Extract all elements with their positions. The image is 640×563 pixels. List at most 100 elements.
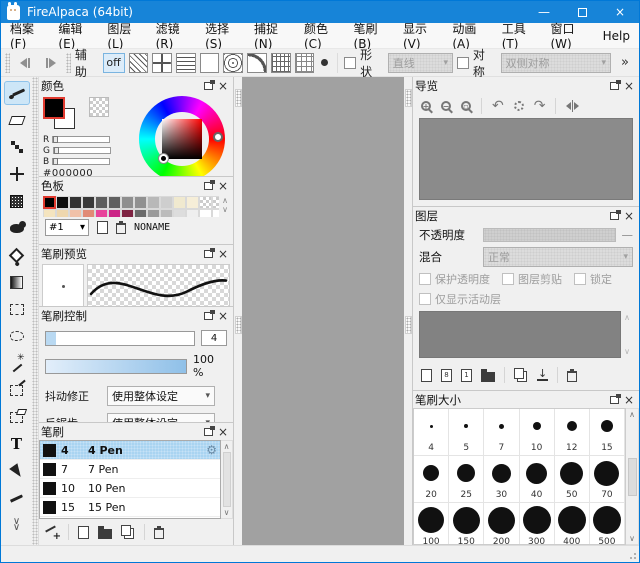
palette-swatch[interactable] xyxy=(173,196,186,209)
close-panel-icon[interactable]: × xyxy=(217,248,229,260)
more-tools-button[interactable]: ∨∨ xyxy=(4,513,30,537)
palette-swatch[interactable] xyxy=(56,196,69,209)
layer-folder-icon[interactable] xyxy=(481,372,495,382)
brush-control-header[interactable]: 笔刷控制 × xyxy=(39,307,233,324)
menu-item-2[interactable]: 图层(L) xyxy=(98,23,146,48)
menu-item-5[interactable]: 捕捉(N) xyxy=(245,23,295,48)
eraser-tool[interactable] xyxy=(4,108,30,132)
close-panel-icon[interactable]: × xyxy=(217,426,229,438)
brush-list-item[interactable]: 1515 Pen xyxy=(40,498,220,517)
gear-icon[interactable]: ⚙ xyxy=(206,443,217,457)
transparent-color-swatch[interactable] xyxy=(89,97,109,117)
scroll-down-icon[interactable]: ∨ xyxy=(224,508,230,517)
brush-size-cell[interactable]: 15 xyxy=(590,409,625,456)
close-panel-icon[interactable]: × xyxy=(217,310,229,322)
scroll-up-icon[interactable]: ∧ xyxy=(224,442,230,451)
brush-size-cell[interactable]: 25 xyxy=(449,456,484,503)
menu-item-3[interactable]: 滤镜(R) xyxy=(147,23,196,48)
brush-size-cell[interactable]: 5 xyxy=(449,409,484,456)
gradient-tool[interactable] xyxy=(4,270,30,294)
new-swatch-icon[interactable] xyxy=(97,221,108,234)
palette-scrollbar[interactable]: ∧ ∨ xyxy=(219,196,231,217)
blend-dropdown[interactable]: 正常▾ xyxy=(483,247,633,267)
undo-button[interactable] xyxy=(14,56,36,70)
palette-preset-dropdown[interactable]: #1▾ xyxy=(45,219,89,236)
magic-wand-tool[interactable] xyxy=(4,351,30,375)
b-slider[interactable] xyxy=(52,158,110,165)
brush-size-cell[interactable]: 40 xyxy=(520,456,555,503)
resize-grip[interactable] xyxy=(627,550,637,560)
r-slider[interactable] xyxy=(52,136,110,143)
duplicate-layer-icon[interactable] xyxy=(514,368,524,379)
brush-list-item[interactable]: 1010 Pen xyxy=(40,479,220,498)
brush-size-cell[interactable]: 20 xyxy=(414,456,449,503)
select-pen-tool[interactable] xyxy=(4,378,30,402)
symmetry-checkbox[interactable] xyxy=(457,57,469,69)
color-wheel[interactable] xyxy=(139,96,225,177)
navigator-header[interactable]: 导览 × xyxy=(413,77,639,94)
brush-list-scrollbar[interactable]: ∧ ∨ xyxy=(221,440,233,519)
scrollbar-thumb[interactable] xyxy=(628,458,637,496)
palette-swatch[interactable] xyxy=(121,196,134,209)
float-panel-icon[interactable] xyxy=(610,212,619,220)
bucket-tool[interactable] xyxy=(4,243,30,267)
scroll-up-icon[interactable]: ∧ xyxy=(629,410,635,419)
snap-horizontal-icon[interactable] xyxy=(176,53,196,73)
palette-swatch[interactable] xyxy=(186,209,199,217)
brush-size-cell[interactable]: 30 xyxy=(484,456,519,503)
layer-panel-header[interactable]: 图层 × xyxy=(413,207,639,224)
brush-size-cell[interactable]: 4 xyxy=(414,409,449,456)
new-layer-icon[interactable] xyxy=(421,369,432,382)
palette-swatch[interactable] xyxy=(160,196,173,209)
flip-horizontal-icon[interactable] xyxy=(566,100,579,112)
palette-swatch[interactable] xyxy=(69,209,82,217)
new-brush-icon[interactable] xyxy=(78,526,89,539)
zoom-in-icon[interactable]: + xyxy=(421,101,431,111)
brush-size-cell[interactable]: 400 xyxy=(555,503,590,545)
palette-swatch[interactable] xyxy=(82,196,95,209)
smudge-tool[interactable] xyxy=(4,216,30,240)
toolbar-grip[interactable] xyxy=(5,53,10,73)
reset-rotation-icon[interactable] xyxy=(514,101,524,111)
menu-item-9[interactable]: 动画(A) xyxy=(443,23,492,48)
rotate-ccw-icon[interactable]: ↶ xyxy=(492,99,504,113)
brush-size-cell[interactable]: 10 xyxy=(520,409,555,456)
brush-size-cell[interactable]: 300 xyxy=(520,503,555,545)
snap-curve-icon[interactable] xyxy=(247,53,267,73)
rotate-cw-icon[interactable]: ↷ xyxy=(534,99,546,113)
brush-opacity-slider[interactable] xyxy=(45,359,187,374)
select-rect-tool[interactable] xyxy=(4,297,30,321)
brush-panel-header[interactable]: 笔刷 × xyxy=(39,423,233,440)
palette-swatch[interactable] xyxy=(212,209,219,217)
text-tool[interactable]: T xyxy=(4,432,30,456)
palette-swatch[interactable] xyxy=(43,209,56,217)
palette-swatch[interactable] xyxy=(134,209,147,217)
menu-item-12[interactable]: Help xyxy=(594,23,639,48)
menu-item-7[interactable]: 笔刷(B) xyxy=(345,23,394,48)
palette-swatch[interactable] xyxy=(212,196,219,209)
brush-size-cell[interactable]: 70 xyxy=(590,456,625,503)
delete-layer-icon[interactable] xyxy=(567,371,577,382)
float-panel-icon[interactable] xyxy=(204,312,213,320)
palette-swatch[interactable] xyxy=(95,209,108,217)
menu-item-11[interactable]: 窗口(W) xyxy=(541,23,593,48)
brush-tool[interactable] xyxy=(4,81,30,105)
saturation-value-square[interactable] xyxy=(162,119,202,159)
shape-checkbox[interactable] xyxy=(344,57,356,69)
palette-swatch[interactable] xyxy=(82,209,95,217)
menu-item-10[interactable]: 工具(T) xyxy=(493,23,542,48)
palette-swatch[interactable] xyxy=(43,196,56,209)
layer-list-scrollbar[interactable]: ∧ ∨ xyxy=(621,311,633,358)
zoom-fit-icon[interactable]: ▫ xyxy=(461,101,471,111)
foreground-color-swatch[interactable] xyxy=(43,97,65,119)
float-panel-icon[interactable] xyxy=(204,428,213,436)
brush-list-item[interactable]: 44 Pen⚙ xyxy=(40,441,220,460)
snap-table-icon[interactable] xyxy=(271,53,291,73)
close-button[interactable]: × xyxy=(601,1,639,23)
close-panel-icon[interactable]: × xyxy=(217,80,229,92)
palette-swatch[interactable] xyxy=(199,196,212,209)
operation-tool[interactable] xyxy=(4,459,30,483)
add-brush-icon[interactable] xyxy=(45,526,59,538)
hue-selector[interactable] xyxy=(213,132,223,142)
antialias-dropdown[interactable]: 使用整体设定▾ xyxy=(107,413,215,423)
